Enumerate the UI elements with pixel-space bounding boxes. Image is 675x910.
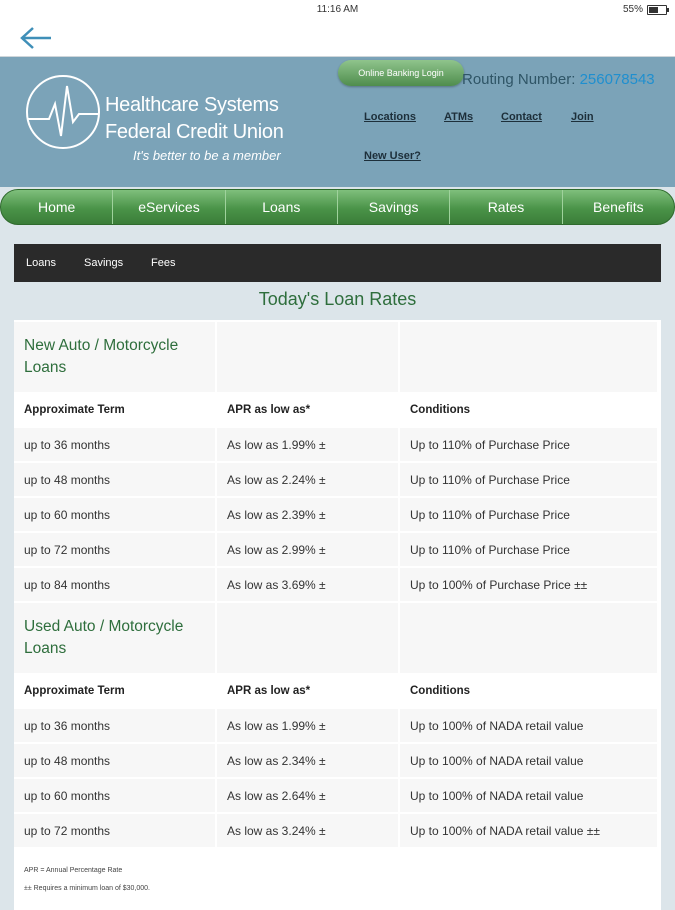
conditions-cell: Up to 100% of NADA retail value (400, 709, 657, 742)
table-row: up to 84 months As low as 3.69% ± Up to … (14, 568, 657, 601)
footnotes: APR = Annual Percentage Rate ±± Requires… (24, 862, 150, 898)
battery-icon (647, 4, 669, 15)
conditions-cell: Up to 110% of Purchase Price (400, 533, 657, 566)
conditions-cell: Up to 100% of NADA retail value (400, 744, 657, 777)
column-header: Approximate Term (14, 675, 215, 707)
header-row: Approximate Term APR as low as* Conditio… (14, 394, 657, 426)
conditions-cell: Up to 100% of NADA retail value ±± (400, 814, 657, 847)
rates-subnav: Loans Savings Fees (14, 244, 661, 282)
apr-cell: As low as 2.99% ± (217, 533, 398, 566)
apr-cell: As low as 2.64% ± (217, 779, 398, 812)
nav-loans[interactable]: Loans (226, 190, 338, 224)
join-link[interactable]: Join (571, 111, 594, 123)
table-row: up to 48 months As low as 2.34% ± Up to … (14, 744, 657, 777)
used-auto-section-title: Used Auto / Motorcycle Loans (14, 603, 215, 673)
loan-rates-table: New Auto / Motorcycle Loans Approximate … (12, 320, 659, 849)
locations-link[interactable]: Locations (364, 111, 416, 123)
conditions-cell: Up to 110% of Purchase Price (400, 498, 657, 531)
status-time: 11:16 AM (316, 4, 359, 15)
atms-link[interactable]: ATMs (444, 111, 473, 123)
table-row: up to 60 months As low as 2.39% ± Up to … (14, 498, 657, 531)
term-cell: up to 48 months (14, 463, 215, 496)
contact-link[interactable]: Contact (501, 111, 542, 123)
nav-rates[interactable]: Rates (450, 190, 563, 224)
logo-line-1: Healthcare Systems (105, 94, 279, 116)
term-cell: up to 72 months (14, 533, 215, 566)
table-row: up to 36 months As low as 1.99% ± Up to … (14, 428, 657, 461)
conditions-cell: Up to 100% of NADA retail value (400, 779, 657, 812)
column-header: Conditions (400, 675, 657, 707)
term-cell: up to 36 months (14, 709, 215, 742)
column-header: Approximate Term (14, 394, 215, 426)
page-title: Today's Loan Rates (258, 289, 417, 309)
table-row: up to 72 months As low as 3.24% ± Up to … (14, 814, 657, 847)
nav-benefits[interactable]: Benefits (563, 190, 674, 224)
section-row: New Auto / Motorcycle Loans (14, 322, 657, 392)
term-cell: up to 72 months (14, 814, 215, 847)
subnav-loans[interactable]: Loans (26, 257, 56, 269)
routing-label: Routing Number: (462, 71, 576, 88)
back-arrow-icon[interactable] (18, 24, 54, 52)
status-bar: 11:16 AM 55% (0, 0, 675, 20)
rates-panel: New Auto / Motorcycle Loans Approximate … (14, 320, 661, 910)
heartbeat-logo-icon (26, 75, 100, 149)
conditions-cell: Up to 100% of Purchase Price ±± (400, 568, 657, 601)
header-row: Approximate Term APR as low as* Conditio… (14, 675, 657, 707)
battery-indicator: 55% (622, 4, 669, 15)
column-header: APR as low as* (217, 394, 398, 426)
nav-savings[interactable]: Savings (338, 190, 451, 224)
site-header: Healthcare Systems Federal Credit Union … (0, 57, 675, 187)
conditions-cell: Up to 110% of Purchase Price (400, 463, 657, 496)
apr-cell: As low as 2.34% ± (217, 744, 398, 777)
nav-eservices[interactable]: eServices (113, 190, 226, 224)
battery-percent: 55% (622, 4, 643, 15)
column-header: APR as low as* (217, 675, 398, 707)
term-cell: up to 36 months (14, 428, 215, 461)
apr-cell: As low as 2.39% ± (217, 498, 398, 531)
logo-tagline: It's better to be a member (133, 148, 281, 163)
table-row: up to 72 months As low as 2.99% ± Up to … (14, 533, 657, 566)
apr-cell: As low as 2.24% ± (217, 463, 398, 496)
online-banking-login-button[interactable]: Online Banking Login (338, 60, 464, 86)
table-row: up to 60 months As low as 2.64% ± Up to … (14, 779, 657, 812)
new-auto-section-title: New Auto / Motorcycle Loans (14, 322, 215, 392)
routing-number-value: 256078543 (579, 71, 655, 88)
table-row: up to 48 months As low as 2.24% ± Up to … (14, 463, 657, 496)
term-cell: up to 60 months (14, 498, 215, 531)
routing-number: Routing Number: 256078543 (462, 71, 655, 88)
subnav-savings[interactable]: Savings (84, 257, 123, 269)
footnote-apr: APR = Annual Percentage Rate (24, 867, 123, 874)
apr-cell: As low as 1.99% ± (217, 428, 398, 461)
term-cell: up to 48 months (14, 744, 215, 777)
column-header: Conditions (400, 394, 657, 426)
term-cell: up to 84 months (14, 568, 215, 601)
apr-cell: As low as 3.24% ± (217, 814, 398, 847)
main-nav: Home eServices Loans Savings Rates Benef… (0, 189, 675, 227)
nav-home[interactable]: Home (1, 190, 114, 224)
footnote-minimum-loan: ±± Requires a minimum loan of $30,000. (24, 885, 150, 892)
conditions-cell: Up to 110% of Purchase Price (400, 428, 657, 461)
logo-text: Healthcare Systems Federal Credit Union (105, 92, 284, 146)
app-bar (0, 20, 675, 57)
subnav-fees[interactable]: Fees (151, 257, 175, 269)
apr-cell: As low as 1.99% ± (217, 709, 398, 742)
table-row: up to 36 months As low as 1.99% ± Up to … (14, 709, 657, 742)
section-row: Used Auto / Motorcycle Loans (14, 603, 657, 673)
term-cell: up to 60 months (14, 779, 215, 812)
logo-line-2: Federal Credit Union (105, 121, 284, 143)
new-user-link[interactable]: New User? (364, 150, 421, 162)
apr-cell: As low as 3.69% ± (217, 568, 398, 601)
